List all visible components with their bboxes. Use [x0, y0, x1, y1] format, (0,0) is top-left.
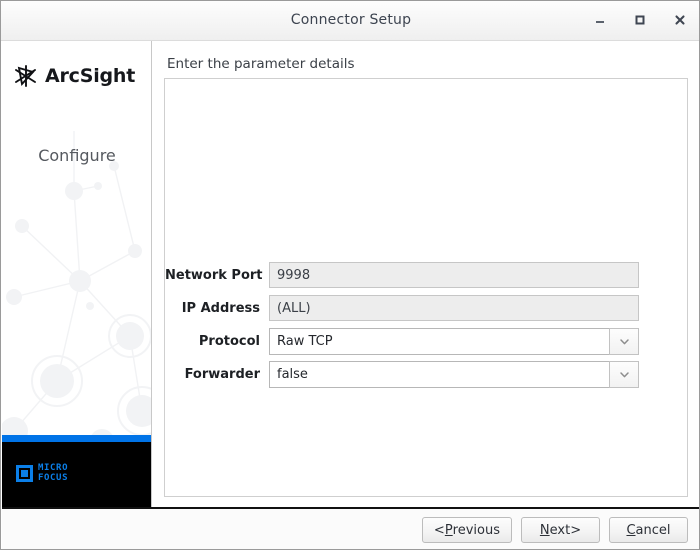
parameter-form: Network Port IP Address Protocol	[165, 259, 689, 391]
micro-focus-logo: MICRO FOCUS	[16, 463, 69, 483]
network-background-graphic	[2, 131, 151, 441]
parameter-panel: Network Port IP Address Protocol	[164, 78, 688, 497]
next-button[interactable]: Next >	[521, 517, 600, 543]
window-titlebar: Connector Setup	[1, 1, 699, 41]
micro-focus-square-icon	[16, 464, 33, 482]
previous-button-mnemonic: P	[444, 522, 453, 538]
micro-focus-accent-bar	[2, 435, 151, 442]
label-protocol: Protocol	[198, 333, 260, 349]
close-icon[interactable]	[669, 9, 691, 31]
protocol-dropdown-button[interactable]	[609, 328, 639, 355]
wizard-sidebar: ArcSight Configure MICRO FOCUS	[2, 41, 152, 507]
network-port-input[interactable]	[269, 262, 639, 288]
protocol-combobox-value[interactable]	[269, 328, 609, 355]
maximize-icon[interactable]	[629, 9, 651, 31]
window-controls	[589, 9, 691, 31]
cancel-button-rest: ancel	[635, 522, 671, 538]
cancel-button[interactable]: Cancel	[609, 517, 688, 543]
wizard-step-configure: Configure	[38, 146, 116, 165]
wizard-footer: < Previous Next > Cancel	[2, 507, 699, 549]
arcsight-brand-name: ArcSight	[45, 65, 136, 87]
chevron-down-icon	[619, 372, 629, 378]
next-button-rest: ext	[549, 522, 571, 538]
label-forwarder: Forwarder	[184, 366, 260, 382]
micro-focus-panel: MICRO FOCUS	[2, 442, 151, 507]
forwarder-combobox-value[interactable]	[269, 361, 609, 388]
label-network-port: Network Port	[165, 267, 263, 283]
footer-button-group: < Previous Next > Cancel	[421, 517, 688, 543]
page-title: Enter the parameter details	[167, 56, 355, 72]
previous-button-rest: revious	[452, 522, 500, 538]
chevron-down-icon	[619, 339, 629, 345]
previous-button-prefix: <	[433, 522, 445, 538]
micro-focus-line1: MICRO	[38, 463, 69, 473]
cancel-button-mnemonic: C	[626, 522, 636, 538]
forwarder-combobox[interactable]	[269, 361, 639, 388]
forwarder-dropdown-button[interactable]	[609, 361, 639, 388]
form-row-forwarder: Forwarder	[165, 358, 689, 390]
micro-focus-line2: FOCUS	[38, 473, 69, 483]
wizard-content: Enter the parameter details Network Port…	[153, 41, 699, 507]
form-row-ip-address: IP Address	[165, 292, 689, 324]
form-row-protocol: Protocol	[165, 325, 689, 357]
ip-address-input[interactable]	[269, 295, 639, 321]
label-ip-address: IP Address	[181, 300, 260, 316]
arcsight-brand: ArcSight	[13, 63, 135, 89]
next-button-mnemonic: N	[539, 522, 550, 538]
next-button-suffix: >	[570, 522, 582, 538]
connector-setup-window: Connector Setup ArcSight Configure MICRO…	[0, 0, 700, 550]
minimize-icon[interactable]	[589, 9, 611, 31]
arcsight-star-icon	[15, 65, 36, 87]
form-row-network-port: Network Port	[165, 259, 689, 291]
previous-button[interactable]: < Previous	[421, 517, 512, 543]
protocol-combobox[interactable]	[269, 328, 639, 355]
